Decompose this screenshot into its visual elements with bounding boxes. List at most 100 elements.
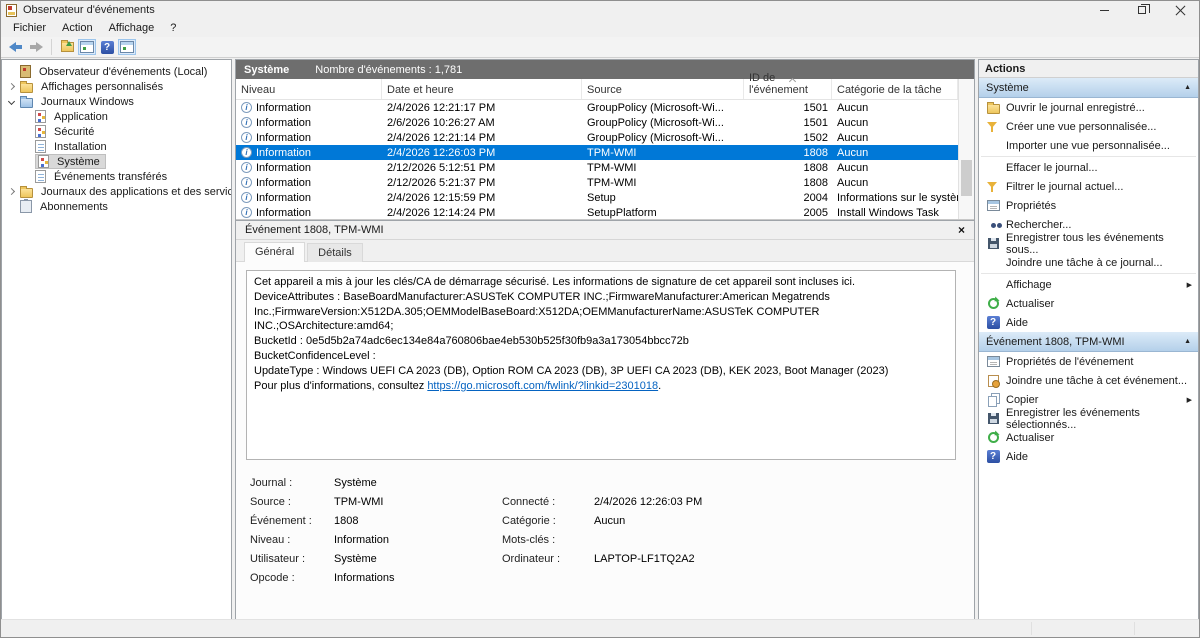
action-view[interactable]: Affichage ▶ bbox=[979, 275, 1198, 294]
action-create-custom-view[interactable]: Créer une vue personnalisée... bbox=[979, 117, 1198, 136]
column-categorie[interactable]: Catégorie de la tâche bbox=[832, 79, 958, 99]
tab-general[interactable]: Général bbox=[244, 242, 305, 262]
event-row[interactable]: iInformation 2/4/2026 12:21:17 PM GroupP… bbox=[236, 100, 958, 115]
copy-icon bbox=[988, 396, 997, 407]
console-tree: Observateur d'événements (Local) Afficha… bbox=[1, 59, 232, 619]
show-action-pane-button[interactable] bbox=[117, 38, 137, 56]
save-icon bbox=[988, 413, 999, 424]
more-info-link[interactable]: https://go.microsoft.com/fwlink/?linkid=… bbox=[427, 380, 658, 392]
actions-section-systeme[interactable]: Système ▲ bbox=[979, 78, 1198, 98]
menu-bar: Fichier Action Affichage ? bbox=[1, 19, 1199, 37]
log-icon bbox=[35, 140, 46, 153]
action-import-custom-view[interactable]: Importer une vue personnalisée... bbox=[979, 136, 1198, 155]
action-attach-task-to-event[interactable]: Joindre une tâche à cet événement... bbox=[979, 371, 1198, 390]
action-save-selected-events[interactable]: Enregistrer les événements sélectionnés.… bbox=[979, 409, 1198, 428]
tree-root[interactable]: Observateur d'événements (Local) bbox=[2, 64, 231, 79]
event-row[interactable]: iInformation 2/4/2026 12:15:59 PM Setup … bbox=[236, 190, 958, 205]
keywords-value bbox=[594, 531, 956, 550]
event-row[interactable]: iInformation 2/12/2026 5:12:51 PM TPM-WM… bbox=[236, 160, 958, 175]
user-value: Système bbox=[334, 550, 502, 569]
menu-affichage[interactable]: Affichage bbox=[101, 20, 163, 36]
chevron-right-icon[interactable] bbox=[8, 83, 15, 90]
forward-button[interactable] bbox=[26, 38, 46, 56]
preview-tabs: Général Détails bbox=[236, 240, 974, 262]
event-log-icon bbox=[35, 110, 46, 123]
collapse-icon[interactable]: ▲ bbox=[1184, 338, 1191, 345]
action-event-refresh[interactable]: Actualiser bbox=[979, 428, 1198, 447]
action-refresh[interactable]: Actualiser bbox=[979, 294, 1198, 313]
column-date[interactable]: Date et heure bbox=[382, 79, 582, 99]
log-icon bbox=[35, 170, 46, 183]
forward-arrow-icon bbox=[29, 42, 43, 52]
tab-details[interactable]: Détails bbox=[307, 243, 363, 262]
actions-separator bbox=[981, 156, 1196, 157]
action-event-properties[interactable]: Propriétés de l'événement bbox=[979, 352, 1198, 371]
status-strip bbox=[1, 619, 1199, 637]
open-saved-log-button[interactable] bbox=[57, 38, 77, 56]
menu-action[interactable]: Action bbox=[54, 20, 101, 36]
column-niveau[interactable]: Niveau bbox=[236, 79, 382, 99]
action-filter-current-log[interactable]: Filtrer le journal actuel... bbox=[979, 177, 1198, 196]
chevron-down-icon[interactable] bbox=[8, 98, 15, 105]
main-area: Observateur d'événements (Local) Afficha… bbox=[1, 59, 1199, 619]
action-clear-log[interactable]: Effacer le journal... bbox=[979, 158, 1198, 177]
event-row-selected[interactable]: iInformation 2/4/2026 12:26:03 PM TPM-WM… bbox=[236, 145, 958, 160]
level-label: Niveau : bbox=[250, 531, 334, 550]
column-source[interactable]: Source bbox=[582, 79, 744, 99]
event-row[interactable]: iInformation 2/4/2026 12:14:24 PM SetupP… bbox=[236, 205, 958, 220]
refresh-icon bbox=[988, 298, 999, 309]
tree-item-installation[interactable]: Installation bbox=[2, 139, 231, 154]
tree-item-abonnements[interactable]: Abonnements bbox=[2, 199, 231, 214]
collapse-icon[interactable]: ▲ bbox=[1184, 84, 1191, 91]
back-arrow-icon bbox=[9, 42, 23, 52]
back-button[interactable] bbox=[6, 38, 26, 56]
event-list-scrollbar[interactable] bbox=[958, 79, 974, 219]
event-row[interactable]: iInformation 2/6/2026 10:26:27 AM GroupP… bbox=[236, 115, 958, 130]
journal-label: Journal : bbox=[250, 474, 334, 493]
help-button[interactable]: ? bbox=[97, 38, 117, 56]
action-properties[interactable]: Propriétés bbox=[979, 196, 1198, 215]
tree-item-securite[interactable]: Sécurité bbox=[2, 124, 231, 139]
close-button[interactable] bbox=[1161, 1, 1199, 19]
tree-item-affichages-personnalises[interactable]: Affichages personnalisés bbox=[2, 79, 231, 94]
preview-close-icon[interactable]: × bbox=[958, 223, 965, 237]
action-help[interactable]: ? Aide bbox=[979, 313, 1198, 332]
event-row[interactable]: iInformation 2/12/2026 5:21:37 PM TPM-WM… bbox=[236, 175, 958, 190]
action-event-help[interactable]: ? Aide bbox=[979, 447, 1198, 466]
submenu-arrow-icon: ▶ bbox=[1187, 396, 1192, 404]
apps-services-folder-icon bbox=[20, 188, 33, 198]
event-row[interactable]: iInformation 2/4/2026 12:21:14 PM GroupP… bbox=[236, 130, 958, 145]
action-attach-task-to-log[interactable]: Joindre une tâche à ce journal... bbox=[979, 253, 1198, 272]
scrollbar-thumb[interactable] bbox=[961, 160, 972, 196]
submenu-arrow-icon: ▶ bbox=[1187, 281, 1192, 289]
journal-value: Système bbox=[334, 474, 502, 493]
tree-item-journaux-applications-services[interactable]: Journaux des applications et des service… bbox=[2, 184, 231, 199]
task-icon bbox=[988, 375, 999, 387]
action-save-all-events[interactable]: Enregistrer tous les événements sous... bbox=[979, 234, 1198, 253]
keywords-label: Mots-clés : bbox=[502, 531, 594, 550]
tree-item-evenements-transferes[interactable]: Événements transférés bbox=[2, 169, 231, 184]
tree-item-systeme[interactable]: Système bbox=[2, 154, 231, 169]
event-id-value: 1808 bbox=[334, 512, 502, 531]
computer-label: Ordinateur : bbox=[502, 550, 594, 569]
tree-item-journaux-windows[interactable]: Journaux Windows bbox=[2, 94, 231, 109]
level-value: Information bbox=[334, 531, 502, 550]
tree-item-application[interactable]: Application bbox=[2, 109, 231, 124]
minimize-button[interactable] bbox=[1085, 1, 1123, 19]
action-open-saved-log[interactable]: Ouvrir le journal enregistré... bbox=[979, 98, 1198, 117]
custom-views-folder-icon bbox=[20, 83, 33, 93]
show-console-tree-button[interactable] bbox=[77, 38, 97, 56]
restore-button[interactable] bbox=[1123, 1, 1161, 19]
event-description[interactable]: Cet appareil a mis à jour les clés/CA de… bbox=[246, 270, 956, 460]
menu-fichier[interactable]: Fichier bbox=[5, 20, 54, 36]
actions-section-event[interactable]: Événement 1808, TPM-WMI ▲ bbox=[979, 332, 1198, 352]
actions-pane-title: Actions bbox=[979, 60, 1198, 78]
column-id[interactable]: ID de l'événement bbox=[744, 79, 832, 99]
menu-help[interactable]: ? bbox=[162, 20, 184, 36]
status-divider bbox=[1031, 622, 1032, 635]
windows-logs-folder-icon bbox=[20, 98, 33, 108]
console-tree-icon bbox=[80, 41, 94, 53]
chevron-right-icon[interactable] bbox=[8, 188, 15, 195]
event-fields: Journal : Système Source : TPM-WMI Conne… bbox=[250, 474, 956, 588]
filter-icon bbox=[987, 121, 999, 133]
